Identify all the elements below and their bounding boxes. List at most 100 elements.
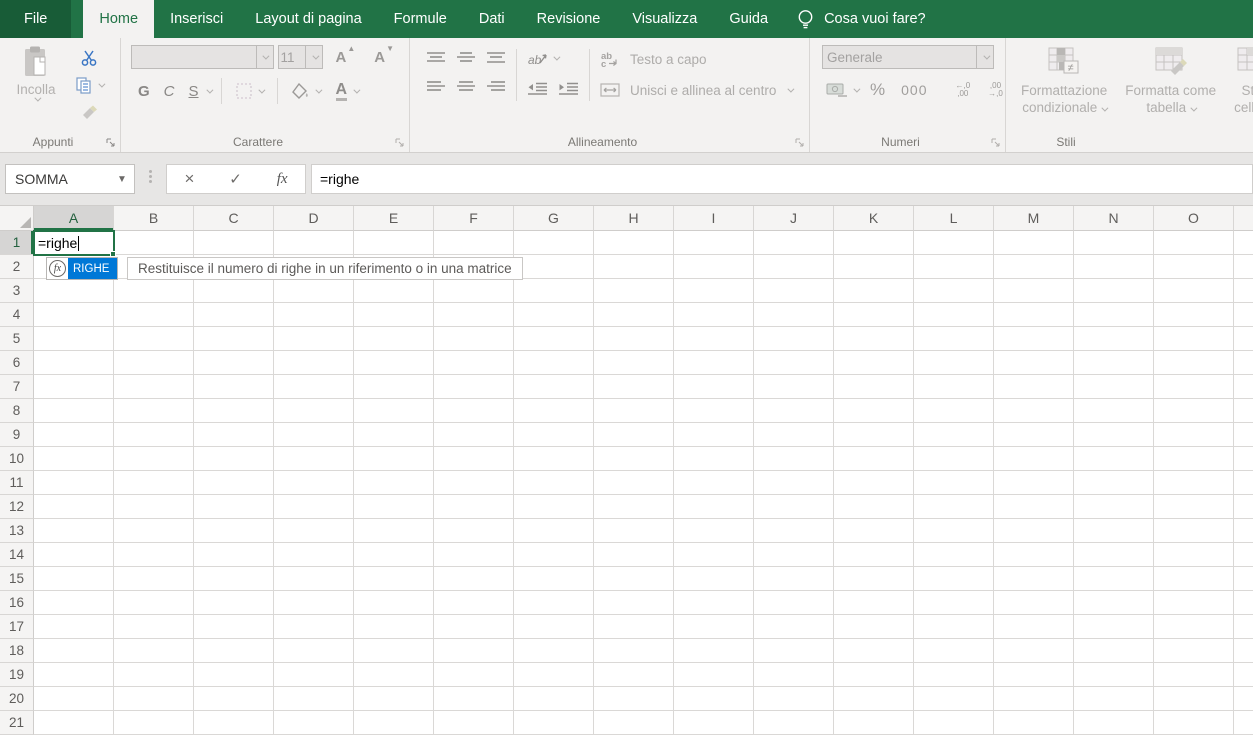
cell-o19[interactable] <box>1154 663 1234 687</box>
cell-c13[interactable] <box>194 519 274 543</box>
cell-d11[interactable] <box>274 471 354 495</box>
cell-k18[interactable] <box>834 639 914 663</box>
cell-o6[interactable] <box>1154 351 1234 375</box>
cell-styles-button[interactable]: Stili cella <box>1225 45 1253 130</box>
column-header-i[interactable]: I <box>674 206 754 231</box>
cell-m6[interactable] <box>994 351 1074 375</box>
cell-i6[interactable] <box>674 351 754 375</box>
cell-k13[interactable] <box>834 519 914 543</box>
row-header-1[interactable]: 1 <box>0 231 34 255</box>
cell-b4[interactable] <box>114 303 194 327</box>
cell-o7[interactable] <box>1154 375 1234 399</box>
cell-o11[interactable] <box>1154 471 1234 495</box>
align-right-icon[interactable] <box>482 78 510 95</box>
insert-function-button[interactable]: fx <box>277 171 288 188</box>
cell-k17[interactable] <box>834 615 914 639</box>
cell-e5[interactable] <box>354 327 434 351</box>
cell-m16[interactable] <box>994 591 1074 615</box>
cell-c19[interactable] <box>194 663 274 687</box>
tab-dati[interactable]: Dati <box>463 0 521 38</box>
cell-m18[interactable] <box>994 639 1074 663</box>
cell-partial-21[interactable] <box>1234 711 1253 735</box>
cell-g6[interactable] <box>514 351 594 375</box>
cell-g8[interactable] <box>514 399 594 423</box>
cell-c14[interactable] <box>194 543 274 567</box>
cell-e17[interactable] <box>354 615 434 639</box>
cell-k16[interactable] <box>834 591 914 615</box>
align-center-icon[interactable] <box>452 78 480 95</box>
cell-b19[interactable] <box>114 663 194 687</box>
cell-h14[interactable] <box>594 543 674 567</box>
cell-partial-6[interactable] <box>1234 351 1253 375</box>
cell-o9[interactable] <box>1154 423 1234 447</box>
cell-a5[interactable] <box>34 327 114 351</box>
cell-a21[interactable] <box>34 711 114 735</box>
cell-a19[interactable] <box>34 663 114 687</box>
cell-i8[interactable] <box>674 399 754 423</box>
column-header-e[interactable]: E <box>354 206 434 231</box>
percent-button[interactable]: % <box>862 80 893 100</box>
cell-c15[interactable] <box>194 567 274 591</box>
cell-g13[interactable] <box>514 519 594 543</box>
cell-o14[interactable] <box>1154 543 1234 567</box>
cell-h15[interactable] <box>594 567 674 591</box>
cell-l13[interactable] <box>914 519 994 543</box>
cell-c1[interactable] <box>194 231 274 255</box>
cell-g10[interactable] <box>514 447 594 471</box>
cell-g21[interactable] <box>514 711 594 735</box>
grow-font-button[interactable]: A▲ <box>327 49 362 66</box>
align-middle-icon[interactable] <box>452 49 480 66</box>
cell-h20[interactable] <box>594 687 674 711</box>
cell-b1[interactable] <box>114 231 194 255</box>
cell-l17[interactable] <box>914 615 994 639</box>
row-header-10[interactable]: 10 <box>0 447 34 471</box>
cell-g19[interactable] <box>514 663 594 687</box>
cell-c18[interactable] <box>194 639 274 663</box>
cell-partial-15[interactable] <box>1234 567 1253 591</box>
row-header-16[interactable]: 16 <box>0 591 34 615</box>
tell-me[interactable]: Cosa vuoi fare? <box>790 0 932 38</box>
cell-m1[interactable] <box>994 231 1074 255</box>
tab-home[interactable]: Home <box>83 0 154 38</box>
cell-h6[interactable] <box>594 351 674 375</box>
row-header-5[interactable]: 5 <box>0 327 34 351</box>
cell-o12[interactable] <box>1154 495 1234 519</box>
row-header-13[interactable]: 13 <box>0 519 34 543</box>
cell-g16[interactable] <box>514 591 594 615</box>
cell-m20[interactable] <box>994 687 1074 711</box>
cell-partial-7[interactable] <box>1234 375 1253 399</box>
align-bottom-icon[interactable] <box>482 49 510 66</box>
column-header-h[interactable]: H <box>594 206 674 231</box>
cell-k15[interactable] <box>834 567 914 591</box>
cell-partial-10[interactable] <box>1234 447 1253 471</box>
cell-m7[interactable] <box>994 375 1074 399</box>
cell-l19[interactable] <box>914 663 994 687</box>
cell-c4[interactable] <box>194 303 274 327</box>
cell-n6[interactable] <box>1074 351 1154 375</box>
column-header-partial[interactable] <box>1234 206 1253 231</box>
cell-f21[interactable] <box>434 711 514 735</box>
cell-m3[interactable] <box>994 279 1074 303</box>
cell-i1[interactable] <box>674 231 754 255</box>
cell-m19[interactable] <box>994 663 1074 687</box>
font-color-button[interactable]: A <box>332 80 363 103</box>
cell-a13[interactable] <box>34 519 114 543</box>
cell-m13[interactable] <box>994 519 1074 543</box>
cell-h5[interactable] <box>594 327 674 351</box>
cell-j12[interactable] <box>754 495 834 519</box>
cell-l20[interactable] <box>914 687 994 711</box>
cell-f3[interactable] <box>434 279 514 303</box>
cell-a11[interactable] <box>34 471 114 495</box>
cell-b13[interactable] <box>114 519 194 543</box>
cell-e4[interactable] <box>354 303 434 327</box>
cell-j10[interactable] <box>754 447 834 471</box>
cell-f13[interactable] <box>434 519 514 543</box>
cell-f14[interactable] <box>434 543 514 567</box>
row-header-19[interactable]: 19 <box>0 663 34 687</box>
cell-partial-19[interactable] <box>1234 663 1253 687</box>
cell-h17[interactable] <box>594 615 674 639</box>
cell-d21[interactable] <box>274 711 354 735</box>
underline-chevron-icon[interactable] <box>206 86 213 93</box>
cell-m10[interactable] <box>994 447 1074 471</box>
cell-g20[interactable] <box>514 687 594 711</box>
